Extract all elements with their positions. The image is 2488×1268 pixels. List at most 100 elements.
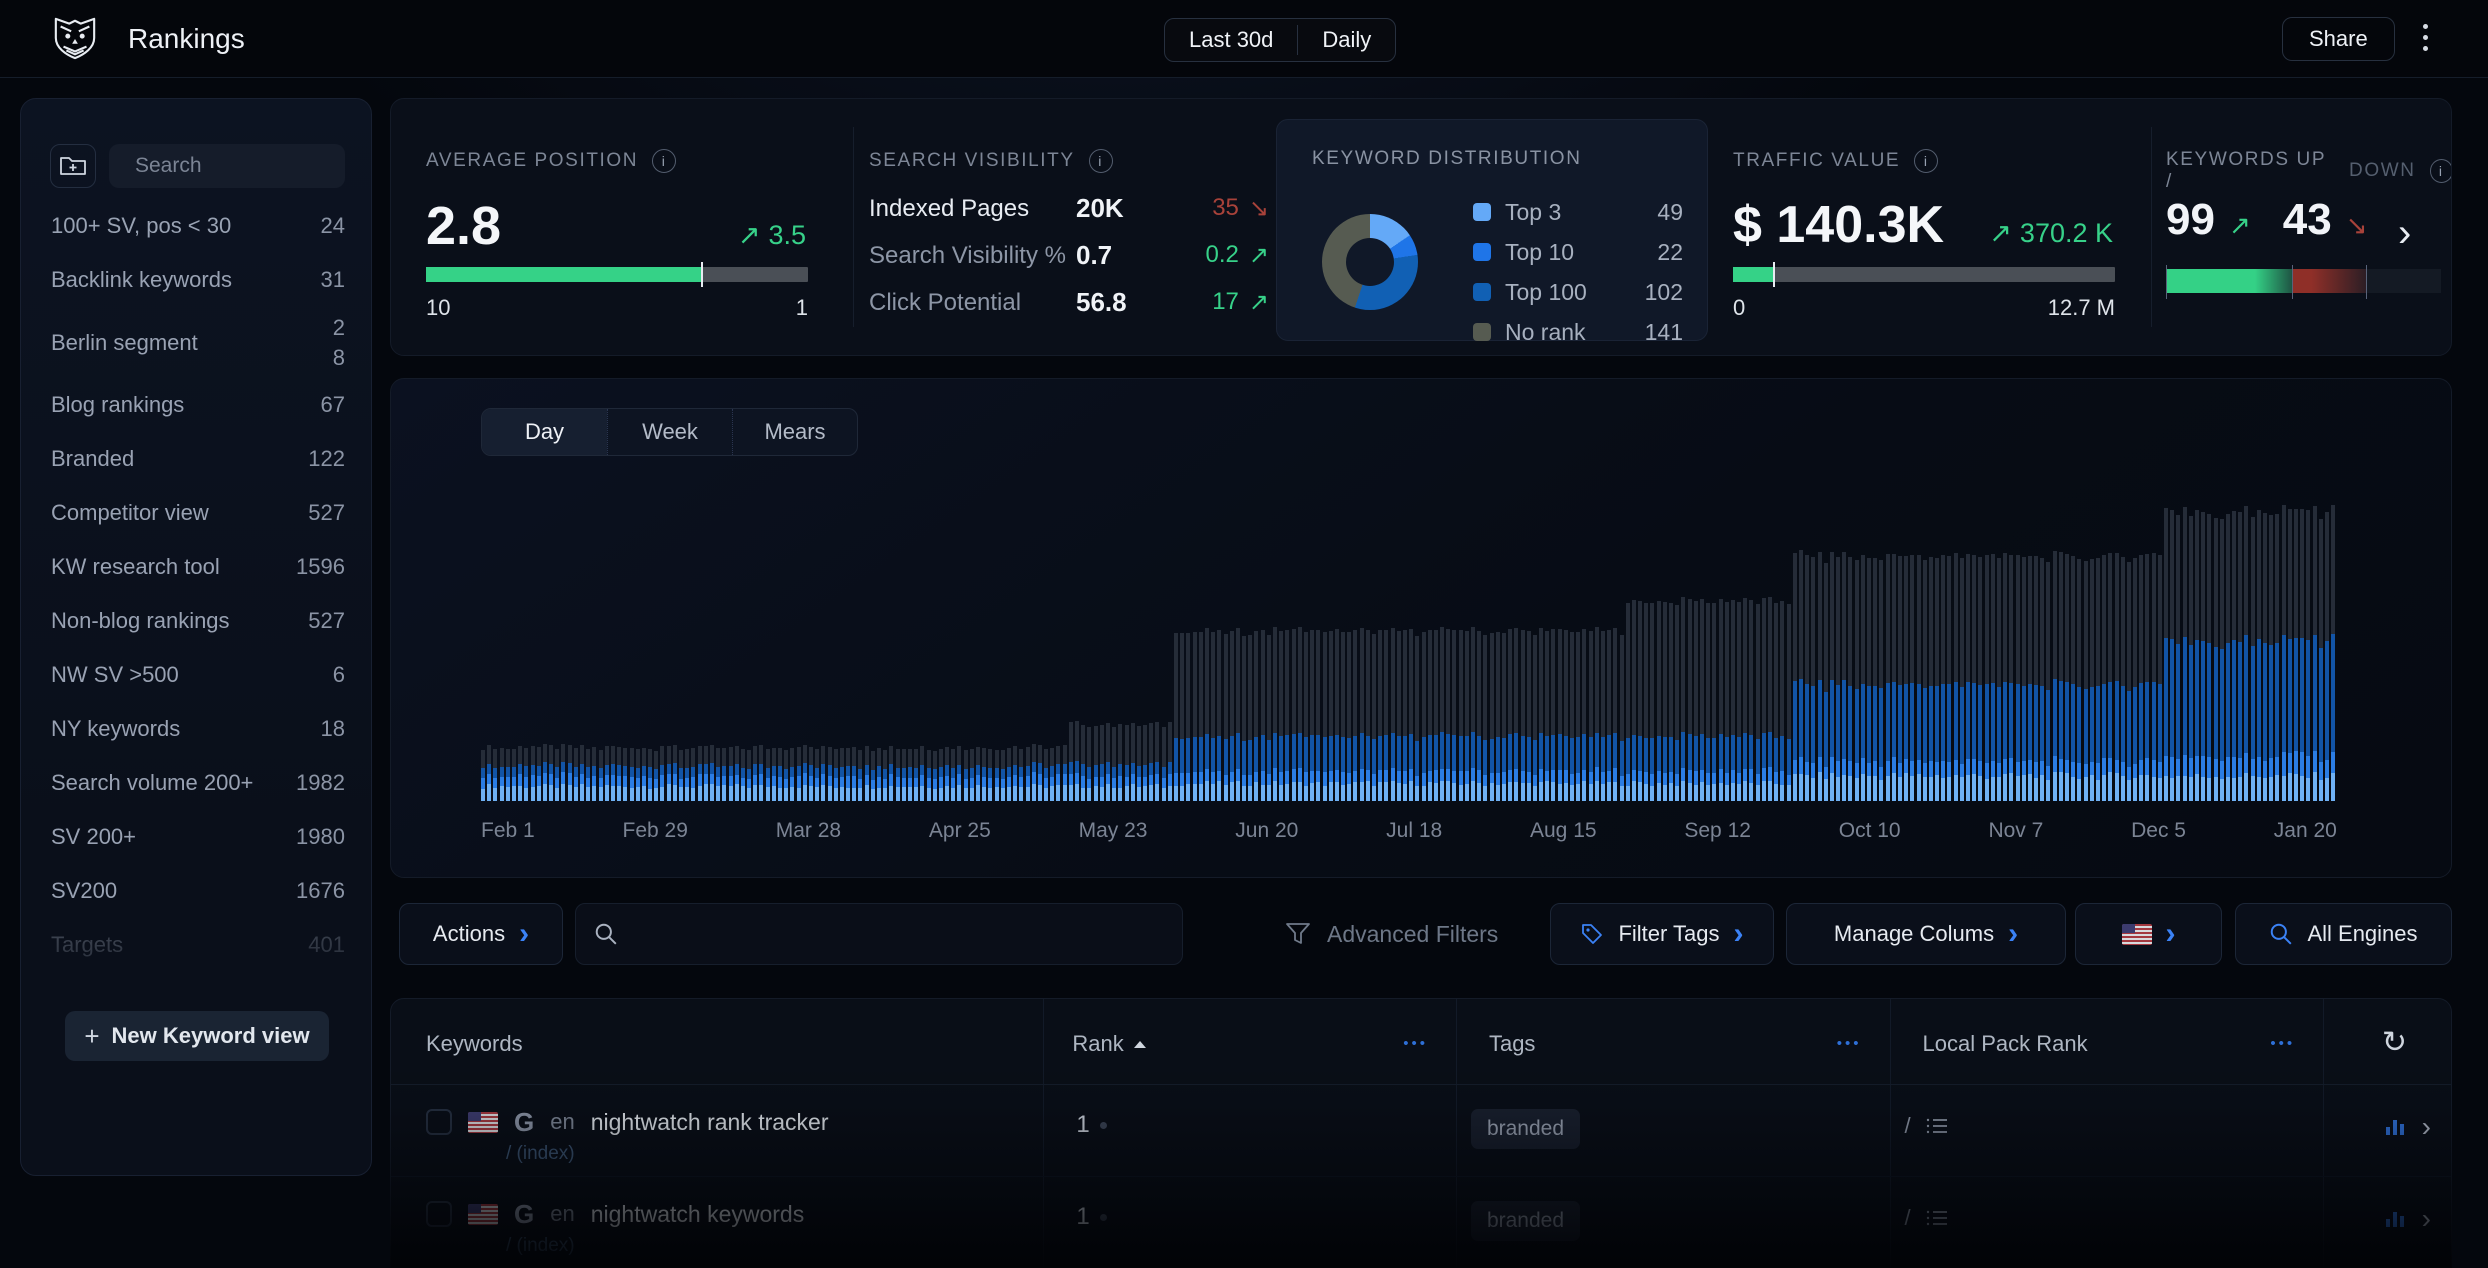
rank-history-bar[interactable] — [883, 750, 888, 801]
rank-history-bar[interactable] — [864, 746, 869, 801]
rank-history-bar[interactable] — [1303, 631, 1308, 801]
rank-history-bar[interactable] — [914, 749, 919, 801]
rank-history-bar[interactable] — [567, 744, 572, 801]
keyword-url[interactable]: / (index) — [506, 1235, 575, 1257]
rank-history-bar[interactable] — [2213, 517, 2218, 801]
rank-history-bar[interactable] — [784, 750, 789, 801]
rank-history-bar[interactable] — [963, 750, 968, 801]
rank-history-bar[interactable] — [1823, 563, 1828, 801]
rank-history-bar[interactable] — [672, 744, 677, 801]
rank-history-bar[interactable] — [1761, 597, 1766, 801]
rank-history-bar[interactable] — [530, 746, 535, 801]
rank-history-bar[interactable] — [870, 751, 875, 801]
rank-history-bar[interactable] — [1477, 630, 1482, 801]
rank-history-bar[interactable] — [487, 745, 492, 801]
rank-history-bar[interactable] — [2009, 554, 2014, 801]
rank-history-bar[interactable] — [982, 748, 987, 801]
rank-history-bar[interactable] — [839, 748, 844, 801]
rank-history-bar[interactable] — [623, 747, 628, 801]
rank-history-bar[interactable] — [833, 749, 838, 801]
rank-history-bar[interactable] — [1087, 726, 1092, 801]
rank-history-bar[interactable] — [1539, 627, 1544, 801]
interval-button[interactable]: Daily — [1298, 19, 1395, 61]
row-chevron-icon[interactable]: › — [2422, 1203, 2431, 1235]
rank-history-bar[interactable] — [2157, 555, 2162, 801]
rank-history-bar[interactable] — [1922, 560, 1927, 801]
rank-history-bar[interactable] — [1446, 628, 1451, 801]
rank-history-bar[interactable] — [1037, 744, 1042, 801]
rank-history-bar[interactable] — [2318, 518, 2323, 801]
rank-history-bar[interactable] — [945, 746, 950, 801]
rank-history-bar[interactable] — [1613, 627, 1618, 801]
rank-history-bar[interactable] — [734, 745, 739, 801]
sidebar-item-sv200[interactable]: SV200 1676 — [51, 864, 345, 918]
column-menu-icon[interactable]: ••• — [2270, 1035, 2295, 1052]
rank-history-bar[interactable] — [1916, 555, 1921, 801]
rank-history-bar[interactable] — [1365, 630, 1370, 801]
rank-history-bar[interactable] — [1471, 627, 1475, 801]
rank-history-bar[interactable] — [1143, 724, 1148, 801]
rank-history-bar[interactable] — [1990, 554, 1995, 801]
rank-history-bar[interactable] — [1928, 557, 1933, 801]
rank-history-bar[interactable] — [765, 749, 770, 801]
rank-history-bar[interactable] — [2058, 552, 2063, 801]
rank-history-bar[interactable] — [1310, 629, 1315, 801]
rank-history-bar[interactable] — [1885, 554, 1890, 801]
rank-history-bar[interactable] — [1774, 603, 1779, 801]
actions-button[interactable]: Actions › — [399, 903, 563, 965]
rank-history-bar[interactable] — [1563, 630, 1568, 801]
rank-history-bar[interactable] — [1681, 597, 1686, 801]
rank-history-bar[interactable] — [2071, 555, 2076, 801]
rank-history-bar[interactable] — [1427, 630, 1432, 801]
rank-history-bar[interactable] — [2114, 552, 2119, 801]
rank-history-bar[interactable] — [2275, 513, 2280, 801]
rank-history-bar[interactable] — [1378, 630, 1383, 801]
rank-history-bar[interactable] — [951, 749, 956, 801]
rank-history-bar[interactable] — [1452, 630, 1457, 801]
rank-history-bar[interactable] — [2201, 511, 2206, 801]
rank-history-bar[interactable] — [1854, 560, 1859, 801]
rank-history-bar[interactable] — [1662, 602, 1667, 801]
rank-history-bar[interactable] — [586, 748, 591, 801]
rank-history-bar[interactable] — [2182, 507, 2187, 801]
rank-history-bar[interactable] — [1650, 603, 1655, 801]
rank-history-bar[interactable] — [1359, 627, 1364, 801]
rank-history-bar[interactable] — [889, 745, 894, 801]
rank-history-bar[interactable] — [1229, 630, 1234, 801]
rank-history-bar[interactable] — [1347, 632, 1352, 801]
rank-history-bar[interactable] — [549, 745, 554, 801]
rank-history-bar[interactable] — [2133, 558, 2138, 801]
rank-history-bar[interactable] — [2194, 510, 2199, 801]
traffic-value-card[interactable]: TRAFFIC VALUE i $ 140.3K ↗ 370.2 K 0 12.… — [1733, 99, 2133, 355]
rank-history-bar[interactable] — [1829, 551, 1834, 801]
rank-history-bar[interactable] — [1396, 630, 1401, 801]
kebab-menu-icon[interactable] — [2420, 24, 2430, 51]
rank-history-bar[interactable] — [2263, 513, 2267, 801]
rank-history-bar[interactable] — [1192, 631, 1197, 801]
rank-history-bar[interactable] — [1959, 558, 1964, 801]
rank-history-bar[interactable] — [2120, 557, 2125, 801]
rank-history-bar[interactable] — [1848, 557, 1853, 801]
rank-history-bar[interactable] — [1105, 722, 1110, 801]
rank-history-bar[interactable] — [1112, 726, 1117, 801]
sidebar-item-targets[interactable]: Targets 401 — [51, 918, 345, 972]
info-icon[interactable]: i — [1088, 149, 1113, 173]
rank-history-bar[interactable] — [1631, 600, 1636, 801]
sidebar-item-100-sv-pos-30[interactable]: 100+ SV, pos < 30 24 — [51, 199, 345, 253]
rank-history-bar[interactable] — [1730, 599, 1735, 801]
rank-history-bar[interactable] — [1514, 628, 1519, 801]
rank-history-bar[interactable] — [2287, 509, 2292, 801]
rank-history-bar[interactable] — [2040, 558, 2045, 801]
manage-columns-button[interactable]: Manage Colums › — [1786, 903, 2066, 965]
sidebar-item-kw-research-tool[interactable]: KW research tool 1596 — [51, 540, 345, 594]
rank-history-bar[interactable] — [2207, 513, 2212, 801]
rank-history-bar[interactable] — [877, 747, 881, 801]
rank-history-bar[interactable] — [1712, 603, 1717, 801]
keyword-text[interactable]: nightwatch rank tracker — [591, 1109, 829, 1136]
sidebar-item-sv-200[interactable]: SV 200+ 1980 — [51, 810, 345, 864]
rank-history-bar[interactable] — [1867, 557, 1871, 801]
rank-history-bar[interactable] — [1792, 552, 1797, 801]
rank-history-bar[interactable] — [1489, 633, 1494, 801]
rank-history-bar[interactable] — [976, 746, 980, 801]
rank-history-bar[interactable] — [815, 749, 820, 801]
